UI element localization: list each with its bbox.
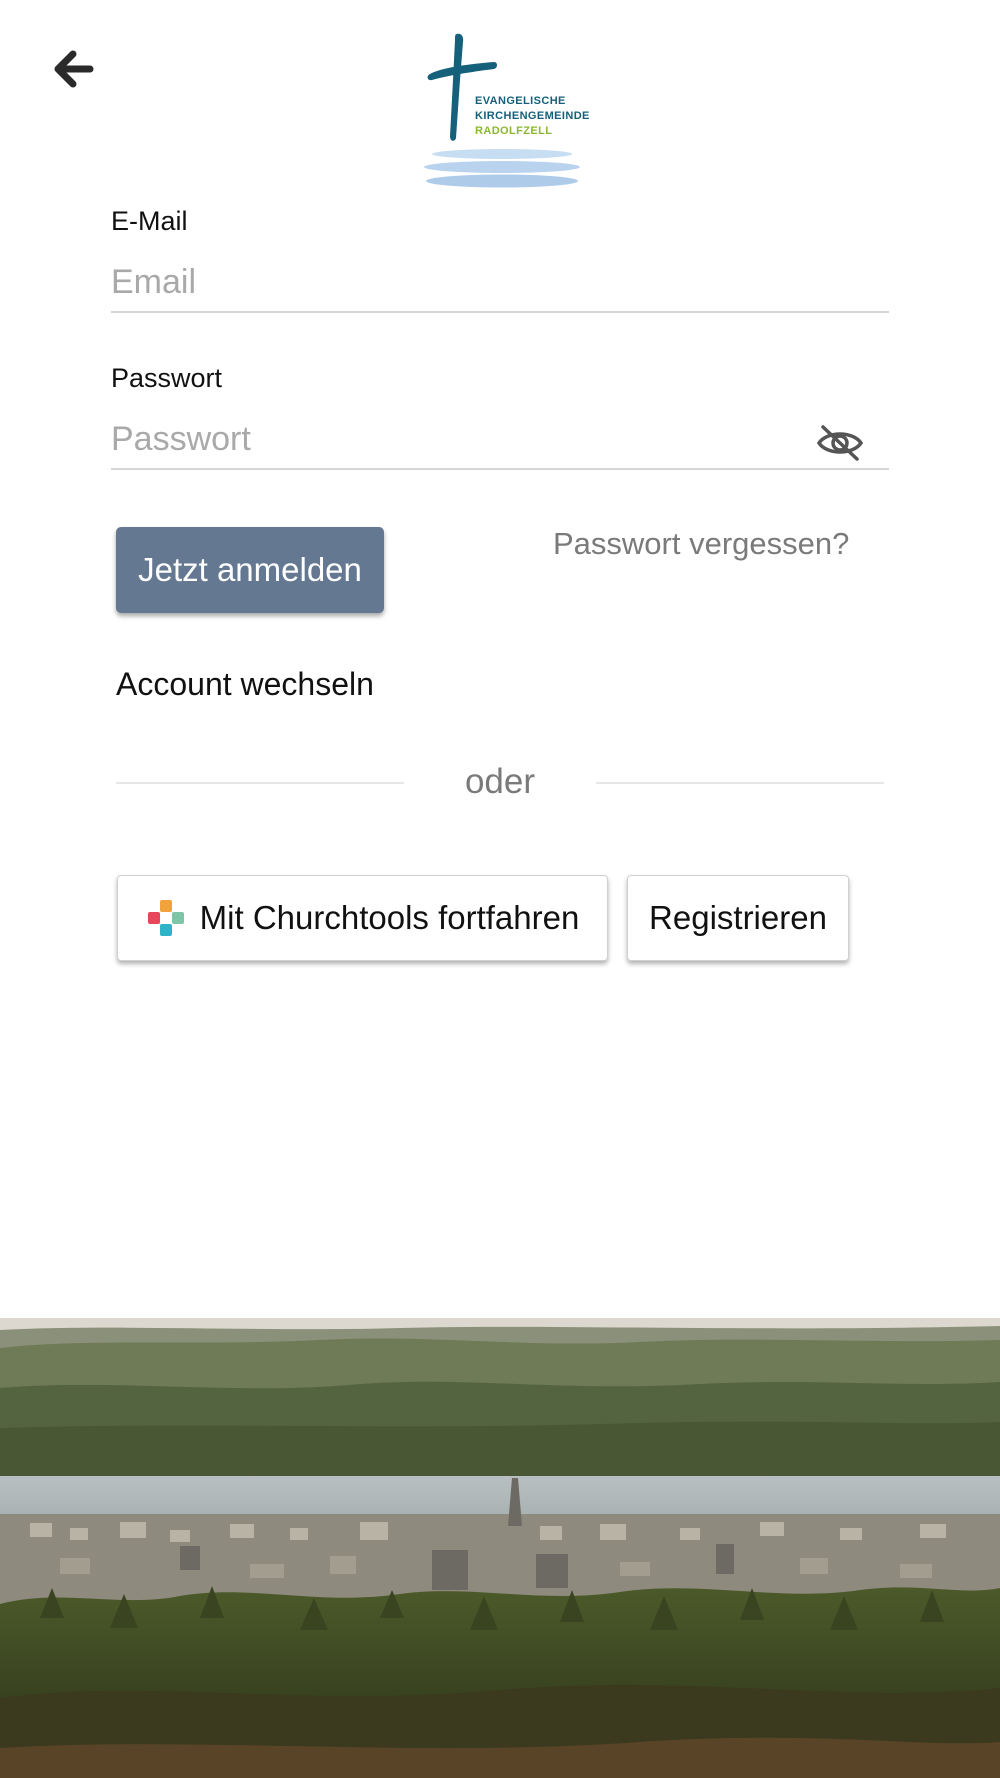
logo-text-line1: EVANGELISCHE — [475, 95, 566, 107]
login-button[interactable]: Jetzt anmelden — [116, 527, 384, 613]
arrow-left-icon — [54, 50, 94, 88]
password-label: Passwort — [111, 363, 223, 393]
divider-text: oder — [464, 762, 536, 801]
churchtools-icon — [147, 900, 184, 936]
register-button[interactable]: Registrieren — [627, 875, 849, 961]
back-button[interactable] — [44, 44, 102, 94]
switch-account-link[interactable]: Account wechseln — [116, 666, 374, 703]
divider-line-right — [596, 782, 884, 784]
divider-line-left — [116, 782, 404, 784]
forgot-password-link[interactable]: Passwort vergessen? — [553, 526, 849, 562]
church-logo: EVANGELISCHE KIRCHENGEMEINDE RADOLFZELL — [420, 30, 590, 190]
churchtools-button-label: Mit Churchtools fortfahren — [199, 899, 580, 936]
password-visibility-toggle[interactable] — [812, 418, 868, 468]
logo-text-line3: RADOLFZELL — [475, 125, 553, 137]
logo-text-line2: KIRCHENGEMEINDE — [475, 110, 590, 122]
email-label: E-Mail — [111, 206, 188, 236]
password-input[interactable] — [111, 410, 889, 470]
login-page: EVANGELISCHE KIRCHENGEMEINDE RADOLFZELL … — [0, 0, 1000, 1778]
eye-off-icon — [816, 425, 864, 461]
email-input[interactable] — [111, 253, 889, 313]
churchtools-login-button[interactable]: Mit Churchtools fortfahren — [117, 875, 608, 961]
landscape-photo — [0, 1318, 1000, 1778]
